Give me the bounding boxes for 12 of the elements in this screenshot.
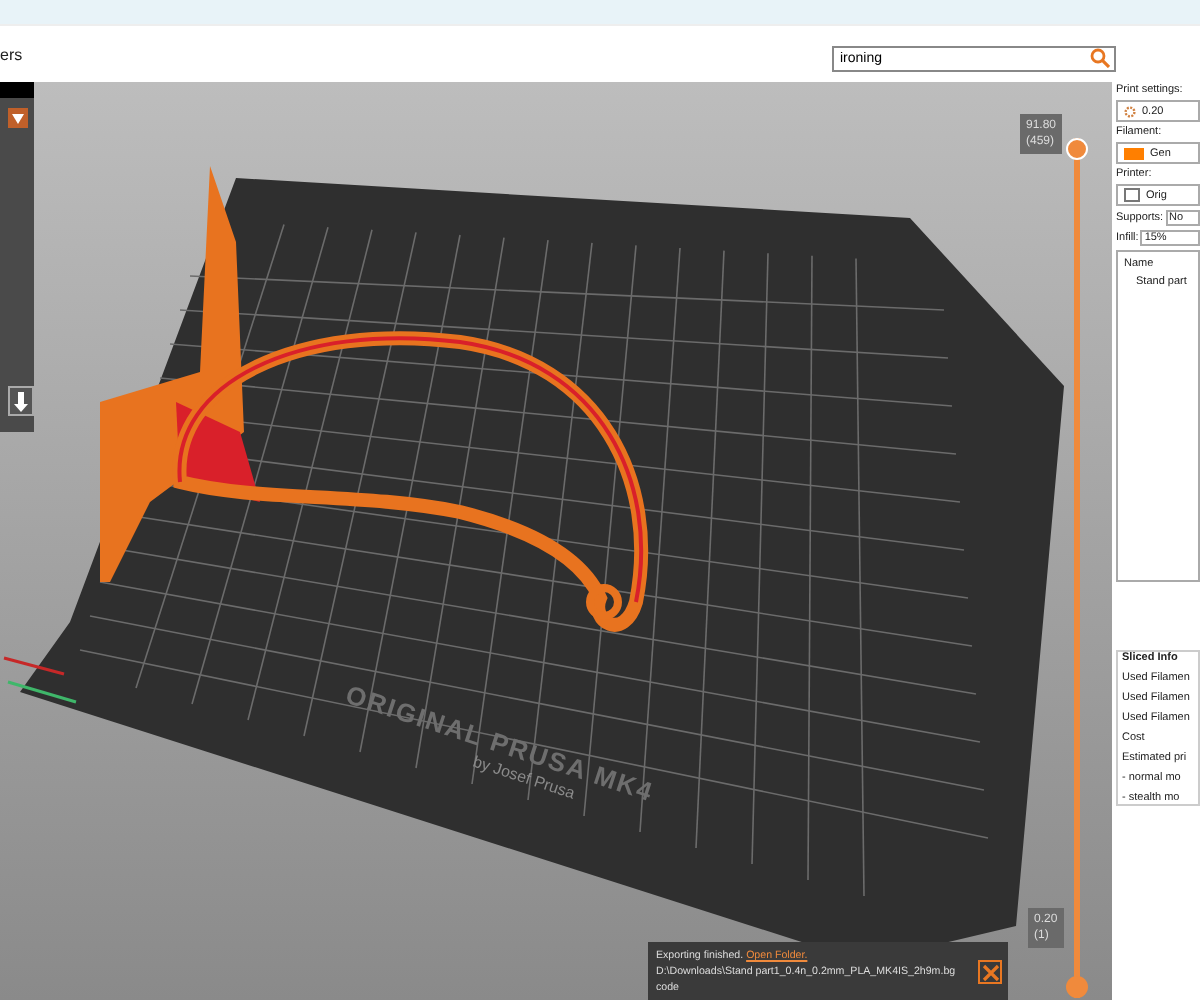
- slider-handle[interactable]: [1066, 976, 1088, 998]
- layer-slider[interactable]: [1066, 138, 1088, 998]
- color-swatch: [1124, 147, 1144, 159]
- export-button[interactable]: [8, 386, 34, 416]
- panel-header: [0, 82, 34, 98]
- dropdown-button[interactable]: [8, 108, 28, 128]
- toolbar-label: ers: [0, 45, 23, 63]
- slider-handle[interactable]: [1066, 138, 1088, 160]
- close-button[interactable]: [978, 960, 1002, 984]
- printer-icon: [1124, 188, 1140, 202]
- search-icon[interactable]: [1090, 48, 1110, 68]
- gear-icon: [1124, 105, 1136, 117]
